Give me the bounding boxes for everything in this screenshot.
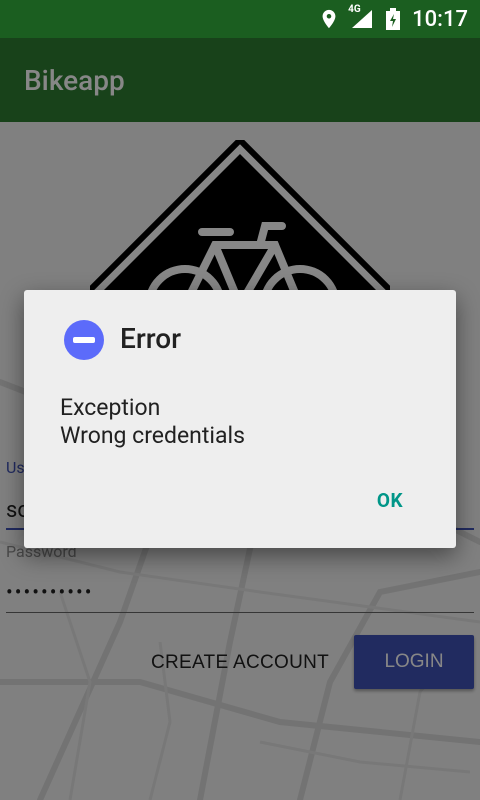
ok-button[interactable]: OK <box>360 476 420 524</box>
status-bar: 4G 10:17 <box>0 0 480 38</box>
dialog-message-line-1: Exception <box>60 394 161 421</box>
dialog-title: Error <box>120 322 182 355</box>
location-icon <box>318 8 340 30</box>
battery-icon <box>386 8 402 30</box>
signal-icon: 4G <box>348 4 376 30</box>
dialog-message: Exception Wrong credentials <box>60 394 245 450</box>
error-dialog: Error Exception Wrong credentials OK <box>24 290 456 548</box>
clock: 10:17 <box>412 6 468 32</box>
minus-circle-icon <box>64 320 104 360</box>
dialog-message-line-2: Wrong credentials <box>60 422 245 449</box>
network-type: 4G <box>348 4 361 15</box>
